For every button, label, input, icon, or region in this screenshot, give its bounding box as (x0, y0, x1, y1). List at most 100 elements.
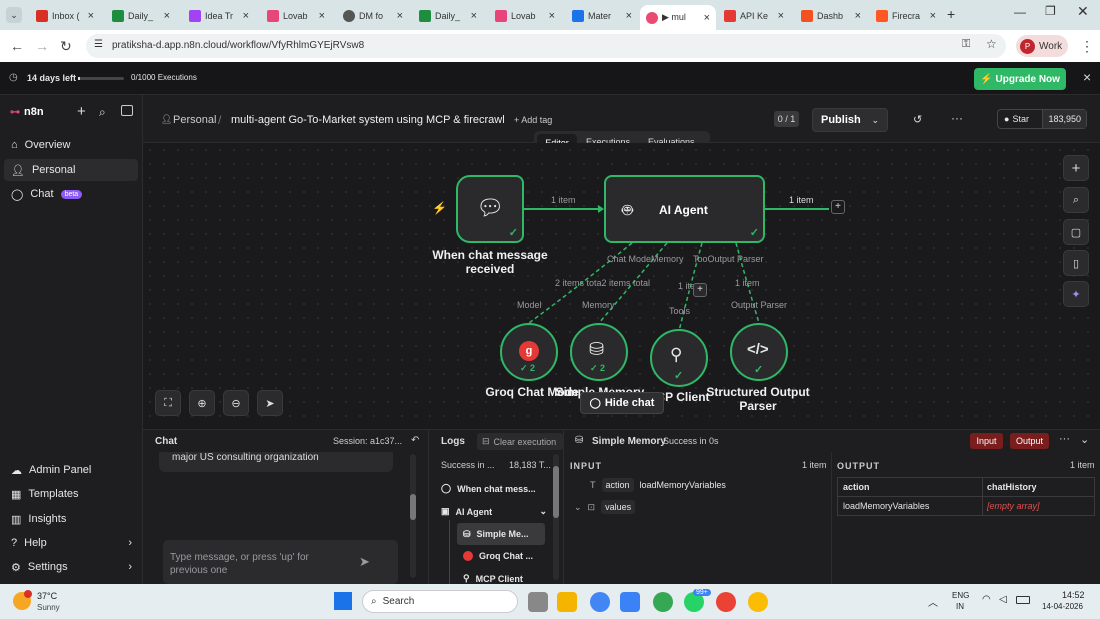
browser-tab[interactable]: API Ke × (718, 5, 790, 27)
battery-icon[interactable] (1016, 596, 1030, 604)
search-nodes-button[interactable]: ⌕ (1063, 187, 1089, 213)
sidebar-item-settings[interactable]: ⚙ Settings › (4, 556, 138, 578)
site-info-icon[interactable]: ☰ (94, 39, 103, 50)
browser-tab[interactable]: Idea Tr × (183, 5, 255, 27)
ai-agent-node[interactable]: 🤖︎ AI Agent ✓ (604, 175, 765, 243)
back-icon[interactable]: ← (10, 38, 24, 54)
browser-tab[interactable]: Lovab × (489, 5, 561, 27)
sidebar-item-help[interactable]: ? Help › (4, 532, 138, 554)
close-icon[interactable]: × (243, 10, 249, 22)
reset-session-icon[interactable]: ↶ (411, 435, 419, 446)
browser-tab[interactable]: DM fo × (337, 5, 409, 27)
close-banner-icon[interactable]: × (1083, 69, 1091, 85)
reload-icon[interactable]: ↻ (60, 38, 72, 55)
sidebar-item-admin[interactable]: ☁ Admin Panel (4, 459, 138, 481)
collapse-sidebar-icon[interactable] (121, 105, 133, 116)
volume-icon[interactable]: ◁ (999, 594, 1007, 605)
browser-tab-active[interactable]: ▶ mul × (640, 5, 716, 30)
more-icon[interactable]: ··· (1059, 433, 1070, 445)
browser-tab[interactable]: Daily_ × (413, 5, 483, 27)
sidebar-item-chat[interactable]: ◯ Chat beta (4, 183, 138, 205)
add-icon[interactable]: + (77, 103, 86, 120)
windows-start-icon[interactable] (334, 592, 352, 610)
bookmark-icon[interactable]: ☆ (986, 37, 997, 51)
log-item-selected[interactable]: ⛁ Simple Me... (457, 523, 545, 545)
close-icon[interactable]: × (549, 10, 555, 22)
file-explorer-icon[interactable] (557, 592, 577, 612)
chevron-down-icon[interactable]: ⌄ (539, 506, 547, 517)
sidebar-item-overview[interactable]: ⌂ Overview (4, 134, 138, 156)
chevron-down-icon[interactable]: ⌄ (871, 115, 879, 126)
browser-tab[interactable]: Mater × (566, 5, 638, 27)
history-icon[interactable]: ↺ (913, 113, 922, 126)
close-icon[interactable]: × (88, 10, 94, 22)
browser-tab[interactable]: Firecra × (870, 5, 942, 27)
input-row-values[interactable]: ⌄ ⊡ values (574, 500, 636, 514)
send-icon[interactable]: ➤ (359, 554, 370, 570)
panel-toggle-button[interactable]: ▯ (1063, 250, 1089, 276)
browser-tab[interactable]: Daily_ × (106, 5, 176, 27)
workflow-name[interactable]: multi-agent Go-To-Market system using MC… (231, 114, 505, 126)
sidebar-item-personal[interactable]: 👤︎ Personal (4, 159, 138, 181)
groq-chat-model-node[interactable]: g ✓ 2 (500, 323, 558, 381)
forward-icon[interactable]: → (35, 38, 49, 54)
sidebar-item-insights[interactable]: ▥ Insights (4, 508, 138, 530)
add-tag-button[interactable]: + Add tag (514, 115, 552, 125)
chat-trigger-node[interactable]: 💬︎ ✓ (456, 175, 524, 243)
task-view-icon[interactable] (528, 592, 548, 612)
ai-assistant-button[interactable]: ✦ (1063, 281, 1089, 307)
version-badge[interactable]: 0 / 1 (774, 111, 799, 127)
hide-chat-button[interactable]: ◯ Hide chat (580, 392, 664, 414)
minimize-icon[interactable]: — (1014, 5, 1026, 19)
close-icon[interactable]: × (855, 10, 861, 22)
close-icon[interactable]: × (319, 10, 325, 22)
log-item[interactable]: Groq Chat ... (463, 551, 533, 561)
sticky-note-button[interactable]: ▢ (1063, 219, 1089, 245)
add-tool-icon[interactable]: + (693, 283, 707, 297)
close-icon[interactable]: × (397, 10, 403, 22)
fit-view-button[interactable]: ⛶ (155, 390, 181, 416)
profile-button[interactable]: P Work (1016, 35, 1068, 57)
chrome-icon[interactable] (653, 592, 673, 612)
add-node-icon[interactable]: + (831, 200, 845, 214)
simple-memory-node[interactable]: ⛁ ✓ 2 (570, 323, 628, 381)
tidy-up-button[interactable]: ➤ (257, 390, 283, 416)
chrome-icon[interactable] (716, 592, 736, 612)
search-icon[interactable]: ⌕ (99, 105, 106, 120)
url-field[interactable]: ☰ pratiksha-d.app.n8n.cloud/workflow/Vfy… (86, 34, 1006, 58)
maximize-icon[interactable]: ❐ (1045, 4, 1056, 18)
sidebar-item-templates[interactable]: ▦ Templates (4, 483, 138, 505)
chrome-icon[interactable] (748, 592, 768, 612)
zoom-out-button[interactable]: ⊖ (223, 390, 249, 416)
new-tab-icon[interactable]: + (947, 6, 955, 22)
structured-output-parser-node[interactable]: </> ✓ (730, 323, 788, 381)
workflow-canvas[interactable]: ⚡ 💬︎ ✓ When chat message received 1 item… (143, 143, 1100, 429)
close-icon[interactable]: × (164, 10, 170, 22)
menu-icon[interactable]: ⋮ (1080, 38, 1094, 55)
breadcrumb-owner[interactable]: Personal (173, 114, 216, 126)
add-node-button[interactable]: + (1063, 155, 1089, 181)
tab-search-icon[interactable]: ⌄ (6, 7, 22, 23)
log-item[interactable]: ▣ AI Agent ⌄ (441, 506, 547, 517)
github-star-button[interactable]: ● Star 183,950 (997, 109, 1087, 129)
output-button[interactable]: Output (1010, 433, 1049, 449)
store-icon[interactable] (620, 592, 640, 612)
chrome-icon[interactable] (590, 592, 610, 612)
log-item[interactable]: ⚲ MCP Client (463, 573, 523, 584)
logs-scrollbar[interactable] (553, 454, 559, 580)
chevron-up-icon[interactable]: ︿ (928, 594, 938, 609)
zoom-in-button[interactable]: ⊕ (189, 390, 215, 416)
close-icon[interactable]: × (471, 10, 477, 22)
upgrade-button[interactable]: ⚡ Upgrade Now (974, 68, 1066, 90)
chat-input[interactable]: Type message, or press 'up' for previous… (163, 540, 398, 584)
browser-tab[interactable]: Dashb × (795, 5, 867, 27)
close-window-icon[interactable]: ✕ (1077, 3, 1089, 20)
wifi-icon[interactable]: ◠ (982, 594, 991, 605)
chat-scrollbar[interactable] (410, 454, 416, 578)
mcp-client-node[interactable]: ⚲ ✓ (650, 329, 708, 387)
chevron-down-icon[interactable]: ⌄ (1080, 433, 1089, 446)
close-icon[interactable]: × (778, 10, 784, 22)
close-icon[interactable]: × (704, 12, 710, 24)
log-item[interactable]: ◯ When chat mess... (441, 483, 536, 494)
close-icon[interactable]: × (930, 10, 936, 22)
